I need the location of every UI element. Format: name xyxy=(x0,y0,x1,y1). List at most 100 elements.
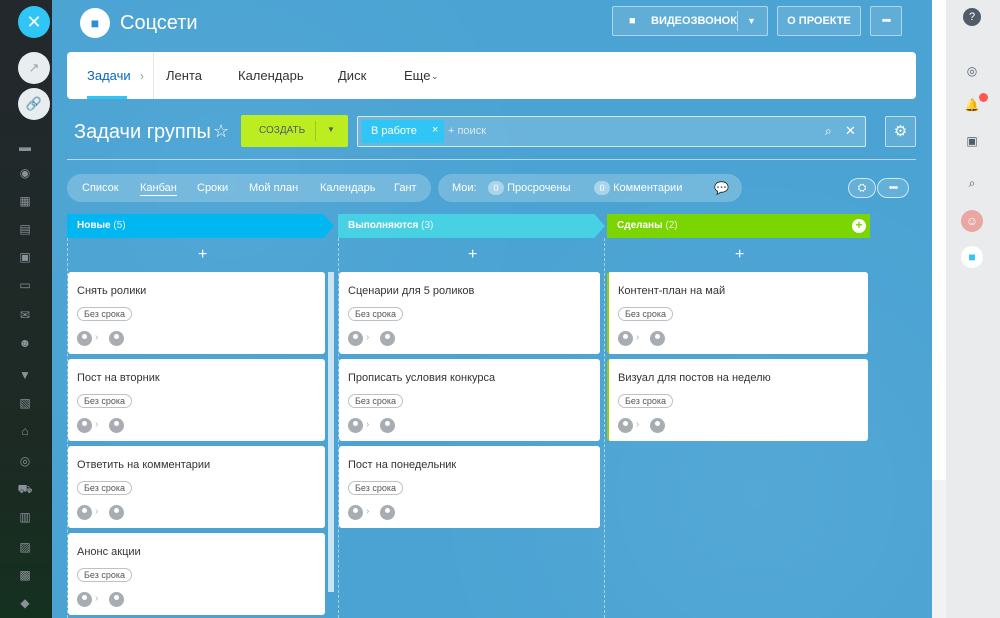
responsible-avatar-icon[interactable] xyxy=(380,505,395,520)
task-card[interactable]: Сценарии для 5 роликов Без срока › xyxy=(339,272,600,354)
nav-tasks[interactable]: Задачи xyxy=(87,68,131,84)
filter-search-box[interactable]: В работе × + поиск ⌕ ✕ xyxy=(357,116,866,147)
column-header-new[interactable]: Новые (5) xyxy=(67,214,334,238)
creator-avatar-icon[interactable] xyxy=(348,418,363,433)
document-icon[interactable]: ▤ xyxy=(17,222,33,236)
task-title[interactable]: Визуал для постов на неделю xyxy=(618,371,771,385)
task-title[interactable]: Сценарии для 5 роликов xyxy=(348,284,474,298)
deadline-badge[interactable]: Без срока xyxy=(77,568,132,582)
task-card[interactable]: Снять ролики Без срока › xyxy=(68,272,325,354)
deadline-badge[interactable]: Без срока xyxy=(77,394,132,408)
page-scrollbar-thumb[interactable] xyxy=(932,0,946,480)
task-card[interactable]: Пост на вторник Без срока › xyxy=(68,359,325,441)
creator-avatar-icon[interactable] xyxy=(77,418,92,433)
create-button[interactable]: СОЗДАТЬ ▼ xyxy=(241,115,348,147)
deadline-badge[interactable]: Без срока xyxy=(618,307,673,321)
search-input[interactable]: + поиск xyxy=(448,125,486,138)
board-icon[interactable]: ▣ xyxy=(17,250,33,264)
filter-icon[interactable]: ▼ xyxy=(17,368,33,382)
creator-avatar-icon[interactable] xyxy=(348,331,363,346)
mail-icon[interactable]: ✉ xyxy=(17,308,33,322)
deadline-badge[interactable]: Без срока xyxy=(77,307,132,321)
deadline-badge[interactable]: Без срока xyxy=(348,394,403,408)
responsible-avatar-icon[interactable] xyxy=(650,331,665,346)
chat-icon[interactable]: ▣ xyxy=(961,130,983,152)
filter-tag[interactable]: В работе × xyxy=(362,120,444,143)
task-title[interactable]: Анонс акции xyxy=(77,545,141,559)
deadline-badge[interactable]: Без срока xyxy=(348,307,403,321)
chat-bubbles-icon[interactable]: 💬 xyxy=(714,181,729,195)
responsible-avatar-icon[interactable] xyxy=(109,592,124,607)
nav-more[interactable]: Еще xyxy=(404,68,430,84)
box-icon[interactable]: ◆ xyxy=(17,596,33,610)
overdue-counter[interactable]: 0 Просрочены xyxy=(488,181,571,195)
target-icon[interactable]: ◉ xyxy=(17,166,33,180)
nav-calendar[interactable]: Календарь xyxy=(238,68,304,84)
user-avatar[interactable]: ☺ xyxy=(961,210,983,232)
chevron-down-icon[interactable]: ▼ xyxy=(747,7,756,35)
task-card[interactable]: Ответить на комментарии Без срока › xyxy=(68,446,325,528)
group-icon[interactable]: ☻ xyxy=(17,336,33,350)
creator-avatar-icon[interactable] xyxy=(77,505,92,520)
task-title[interactable]: Снять ролики xyxy=(77,284,146,298)
column-header-in-progress[interactable]: Выполняются (3) xyxy=(338,214,605,238)
home-icon[interactable]: ⌂ xyxy=(17,424,33,438)
goal-icon[interactable]: ◎ xyxy=(17,454,33,468)
add-task-button[interactable]: + xyxy=(198,247,207,263)
view-my-plan[interactable]: Мой план xyxy=(249,181,298,195)
task-card[interactable]: Анонс акции Без срока › xyxy=(68,533,325,615)
deadline-badge[interactable]: Без срока xyxy=(77,481,132,495)
task-card[interactable]: Пост на понедельник Без срока › xyxy=(339,446,600,528)
task-title[interactable]: Пост на вторник xyxy=(77,371,160,385)
task-card[interactable]: Прописать условия конкурса Без срока › xyxy=(339,359,600,441)
settings-button[interactable]: ⚙ xyxy=(885,116,916,147)
star-icon[interactable]: ☆ xyxy=(213,121,229,141)
column-scrollbar[interactable] xyxy=(328,272,334,592)
responsible-avatar-icon[interactable] xyxy=(109,331,124,346)
deadline-badge[interactable]: Без срока xyxy=(618,394,673,408)
task-card[interactable]: Визуал для постов на неделю Без срока › xyxy=(607,359,868,441)
video-call-button[interactable]: ■ ВИДЕОЗВОНОК ▼ xyxy=(612,6,768,36)
responsible-avatar-icon[interactable] xyxy=(109,418,124,433)
about-project-button[interactable]: О ПРОЕКТЕ xyxy=(777,6,861,36)
view-list[interactable]: Список xyxy=(82,181,119,195)
drive-icon[interactable]: ▭ xyxy=(17,278,33,292)
comments-counter[interactable]: 0 Комментарии xyxy=(594,181,682,195)
task-title[interactable]: Пост на понедельник xyxy=(348,458,456,472)
link-icon[interactable]: 🔗 xyxy=(18,88,50,120)
nav-feed[interactable]: Лента xyxy=(166,68,202,84)
creator-avatar-icon[interactable] xyxy=(77,592,92,607)
close-button[interactable]: ✕ xyxy=(18,6,50,38)
deadline-badge[interactable]: Без срока xyxy=(348,481,403,495)
responsible-avatar-icon[interactable] xyxy=(380,418,395,433)
task-title[interactable]: Прописать условия конкурса xyxy=(348,371,495,385)
search-icon[interactable]: ⌕ xyxy=(961,172,983,194)
creator-avatar-icon[interactable] xyxy=(618,418,633,433)
cart-icon[interactable]: ⛟ xyxy=(17,482,33,496)
external-link-icon[interactable]: ↗ xyxy=(18,52,50,84)
chevron-down-icon[interactable]: ▼ xyxy=(327,124,335,136)
add-task-button[interactable]: + xyxy=(735,247,744,263)
responsible-avatar-icon[interactable] xyxy=(380,331,395,346)
more-button[interactable]: ••• xyxy=(870,6,902,36)
bar-chart-icon[interactable]: ▥ xyxy=(17,510,33,524)
view-gantt[interactable]: Гант xyxy=(394,181,417,195)
chevron-down-icon[interactable]: ⌄ xyxy=(431,69,439,83)
pulse-icon[interactable]: ◎ xyxy=(961,60,983,82)
creator-avatar-icon[interactable] xyxy=(348,505,363,520)
add-column-icon[interactable]: + xyxy=(852,219,866,233)
remove-tag-icon[interactable]: × xyxy=(432,124,438,137)
chat-icon[interactable]: ▬ xyxy=(17,140,33,154)
clear-icon[interactable]: ✕ xyxy=(845,123,856,139)
creator-avatar-icon[interactable] xyxy=(618,331,633,346)
calendar-icon[interactable]: ▦ xyxy=(17,194,33,208)
task-title[interactable]: Ответить на комментарии xyxy=(77,458,210,472)
search-icon[interactable]: ⌕ xyxy=(825,123,832,139)
view-kanban[interactable]: Канбан xyxy=(140,181,177,196)
more-options-button[interactable]: ••• xyxy=(877,178,909,198)
robot-icon[interactable]: ▩ xyxy=(17,568,33,582)
add-task-button[interactable]: + xyxy=(468,247,477,263)
task-title[interactable]: Контент-план на май xyxy=(618,284,725,298)
responsible-avatar-icon[interactable] xyxy=(109,505,124,520)
help-icon[interactable]: ? xyxy=(963,8,981,26)
